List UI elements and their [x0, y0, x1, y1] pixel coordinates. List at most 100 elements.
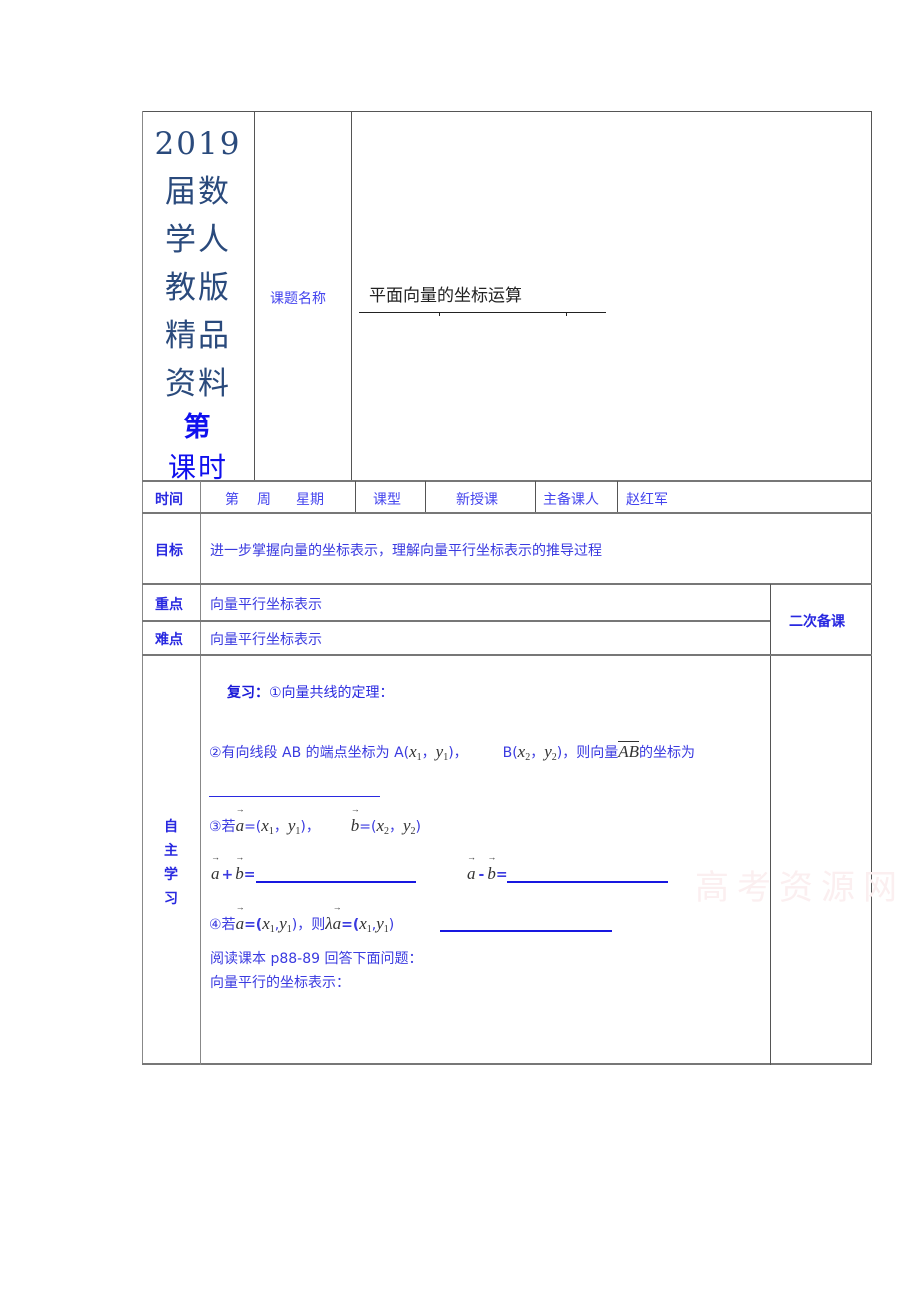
- review-item-4: ④若a=(x1,y1)，则λa=(x1,y1): [209, 902, 395, 935]
- subscript: 1: [366, 924, 372, 935]
- item2-b-close: )，则向量: [556, 745, 619, 761]
- divider: [425, 481, 426, 513]
- table-right-border: [871, 111, 872, 1065]
- vector-a: a: [333, 902, 342, 934]
- item4-then: ，则: [297, 917, 326, 933]
- topic-label: 课题名称: [270, 291, 326, 307]
- plus-sign: +: [221, 867, 234, 883]
- var-y: y: [376, 914, 384, 933]
- eq-open: =(: [341, 917, 360, 933]
- lesson-keshi-label: 课时: [167, 451, 228, 484]
- title-line: 资料: [165, 366, 231, 402]
- key-point-label: 重点: [155, 597, 183, 613]
- lesson-type-label: 课型: [373, 492, 401, 508]
- comma: ，: [305, 819, 320, 835]
- minus-sign: -: [478, 867, 485, 883]
- equals-sign: =: [495, 867, 508, 883]
- review-label: 复习：: [227, 685, 269, 701]
- divider: [351, 111, 352, 481]
- watermark: 高考资源网: [695, 868, 905, 908]
- var-y: y: [279, 914, 287, 933]
- key-point-value: 向量平行坐标表示: [210, 597, 322, 613]
- difficulty-value: 向量平行坐标表示: [210, 632, 322, 648]
- var-x: x: [409, 742, 417, 761]
- time-week: 第: [225, 492, 239, 508]
- answer-blank-ab[interactable]: [209, 796, 380, 797]
- vector-a: a: [236, 902, 245, 934]
- item2-b-open: B(: [502, 745, 518, 761]
- equals-sign: =: [243, 867, 256, 883]
- eq-open: =(: [359, 819, 377, 835]
- var-x: x: [359, 914, 367, 933]
- item2-prefix: ②有向线段 AB 的端点坐标为 A(: [209, 745, 410, 761]
- review-item-1: 复习：①向量共线的定理：: [227, 682, 394, 702]
- topic-underline: [359, 312, 606, 313]
- table-top-border: [142, 111, 872, 112]
- title-line: 届数: [165, 174, 231, 210]
- topic-value: 平面向量的坐标运算: [369, 286, 522, 306]
- self-study-char: 自: [164, 819, 178, 835]
- subscript: 1: [269, 924, 275, 935]
- second-prep-label: 二次备课: [789, 614, 845, 630]
- vector-b: b: [235, 852, 244, 884]
- vector-b: b: [487, 852, 496, 884]
- title-line: 2019: [154, 126, 242, 162]
- review-item-1-text: ①向量共线的定理：: [269, 685, 394, 701]
- self-study-char: 主: [164, 843, 178, 859]
- goal-label: 目标: [155, 543, 183, 559]
- vector-a: a: [211, 852, 220, 884]
- comma: ，: [273, 819, 288, 835]
- comma: ，: [388, 819, 403, 835]
- lesson-type-value: 新授课: [456, 492, 498, 508]
- time-zhou: 周: [257, 492, 271, 508]
- parallel-representation-prompt: 向量平行的坐标表示：: [210, 975, 350, 991]
- var-x: x: [376, 816, 384, 835]
- eq-open: =(: [244, 917, 263, 933]
- teacher-label: 主备课人: [543, 492, 599, 508]
- answer-blank-difference[interactable]: [507, 881, 668, 883]
- self-study-char: 习: [164, 891, 178, 907]
- topic-underline-tick: [439, 312, 440, 316]
- reading-instruction: 阅读课本 p88-89 回答下面问题：: [210, 951, 423, 967]
- lesson-di-label: 第: [183, 412, 213, 443]
- teacher-value: 赵红军: [626, 492, 668, 508]
- divider: [770, 584, 771, 1065]
- divider: [142, 583, 872, 585]
- item2-a-close: )，: [448, 745, 468, 761]
- comma: ，: [530, 745, 545, 761]
- table-bottom-border: [142, 1063, 872, 1065]
- time-label: 时间: [155, 492, 183, 508]
- divider: [617, 481, 618, 513]
- var-y: y: [402, 816, 411, 835]
- close-paren: ): [388, 917, 395, 933]
- vector-a: a: [467, 852, 476, 884]
- comma: ，: [421, 745, 436, 761]
- divider: [142, 620, 770, 622]
- time-weekday: 星期: [296, 492, 324, 508]
- title-line: 教版: [165, 270, 231, 306]
- title-line: 精品: [165, 318, 231, 354]
- topic-underline-tick: [566, 312, 567, 316]
- vector-ab: AB: [618, 741, 640, 761]
- answer-blank-sum[interactable]: [256, 881, 416, 883]
- document-side-title: 2019 届数 学人 教版 精品 资料 第 课时: [142, 120, 254, 488]
- goal-value: 进一步掌握向量的坐标表示，理解向量平行坐标表示的推导过程: [210, 543, 602, 559]
- divider: [535, 481, 536, 513]
- item2-suffix: 的坐标为: [639, 745, 696, 761]
- var-x: x: [261, 816, 269, 835]
- item4-prefix: ④若: [209, 917, 236, 933]
- divider: [142, 654, 872, 656]
- vector-a: a: [236, 804, 245, 836]
- var-y: y: [544, 742, 552, 761]
- close-paren: ): [415, 819, 421, 835]
- difference-expression: a-b=: [467, 852, 508, 884]
- answer-blank-scalar[interactable]: [440, 930, 612, 932]
- eq-open: =(: [244, 819, 262, 835]
- vector-b: b: [351, 804, 360, 836]
- title-line: 学人: [165, 222, 231, 258]
- difficulty-label: 难点: [155, 632, 183, 648]
- var-x: x: [262, 914, 270, 933]
- item3-prefix: ③若: [209, 819, 236, 835]
- lambda-symbol: λ: [325, 914, 333, 933]
- self-study-char: 学: [164, 867, 178, 883]
